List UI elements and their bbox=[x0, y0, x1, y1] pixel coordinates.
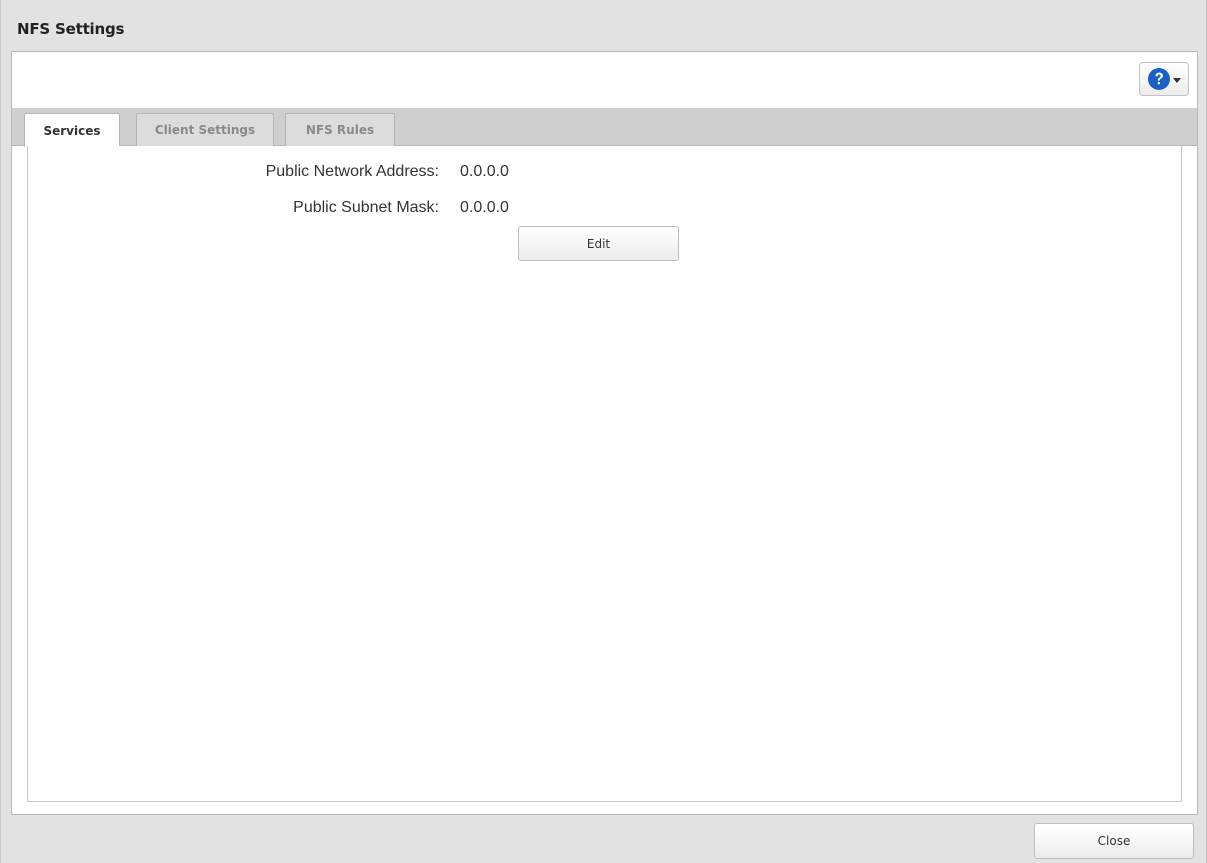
public-network-address-label: Public Network Address: bbox=[265, 163, 439, 180]
help-icon bbox=[1147, 68, 1170, 90]
tab-nfs-rules[interactable]: NFS Rules bbox=[285, 113, 395, 146]
tab-client-settings[interactable]: Client Settings bbox=[136, 113, 274, 146]
help-menu-button[interactable] bbox=[1139, 62, 1189, 96]
services-tab-content: Public Network Address: 0.0.0.0 Public S… bbox=[27, 146, 1182, 802]
close-button[interactable]: Close bbox=[1034, 823, 1194, 859]
tab-services[interactable]: Services bbox=[24, 113, 120, 147]
public-subnet-mask-value: 0.0.0.0 bbox=[460, 199, 509, 216]
settings-panel: Services Client Settings NFS Rules Publi… bbox=[11, 51, 1198, 815]
edit-button[interactable]: Edit bbox=[518, 226, 679, 261]
public-network-address-value: 0.0.0.0 bbox=[460, 163, 509, 180]
dialog-title: NFS Settings bbox=[17, 20, 125, 38]
public-subnet-mask-label: Public Subnet Mask: bbox=[293, 199, 439, 216]
nfs-settings-dialog: NFS Settings Services Client Settings NF… bbox=[0, 0, 1207, 863]
chevron-down-icon bbox=[1172, 77, 1181, 83]
tab-bar: Services Client Settings NFS Rules bbox=[12, 108, 1197, 147]
